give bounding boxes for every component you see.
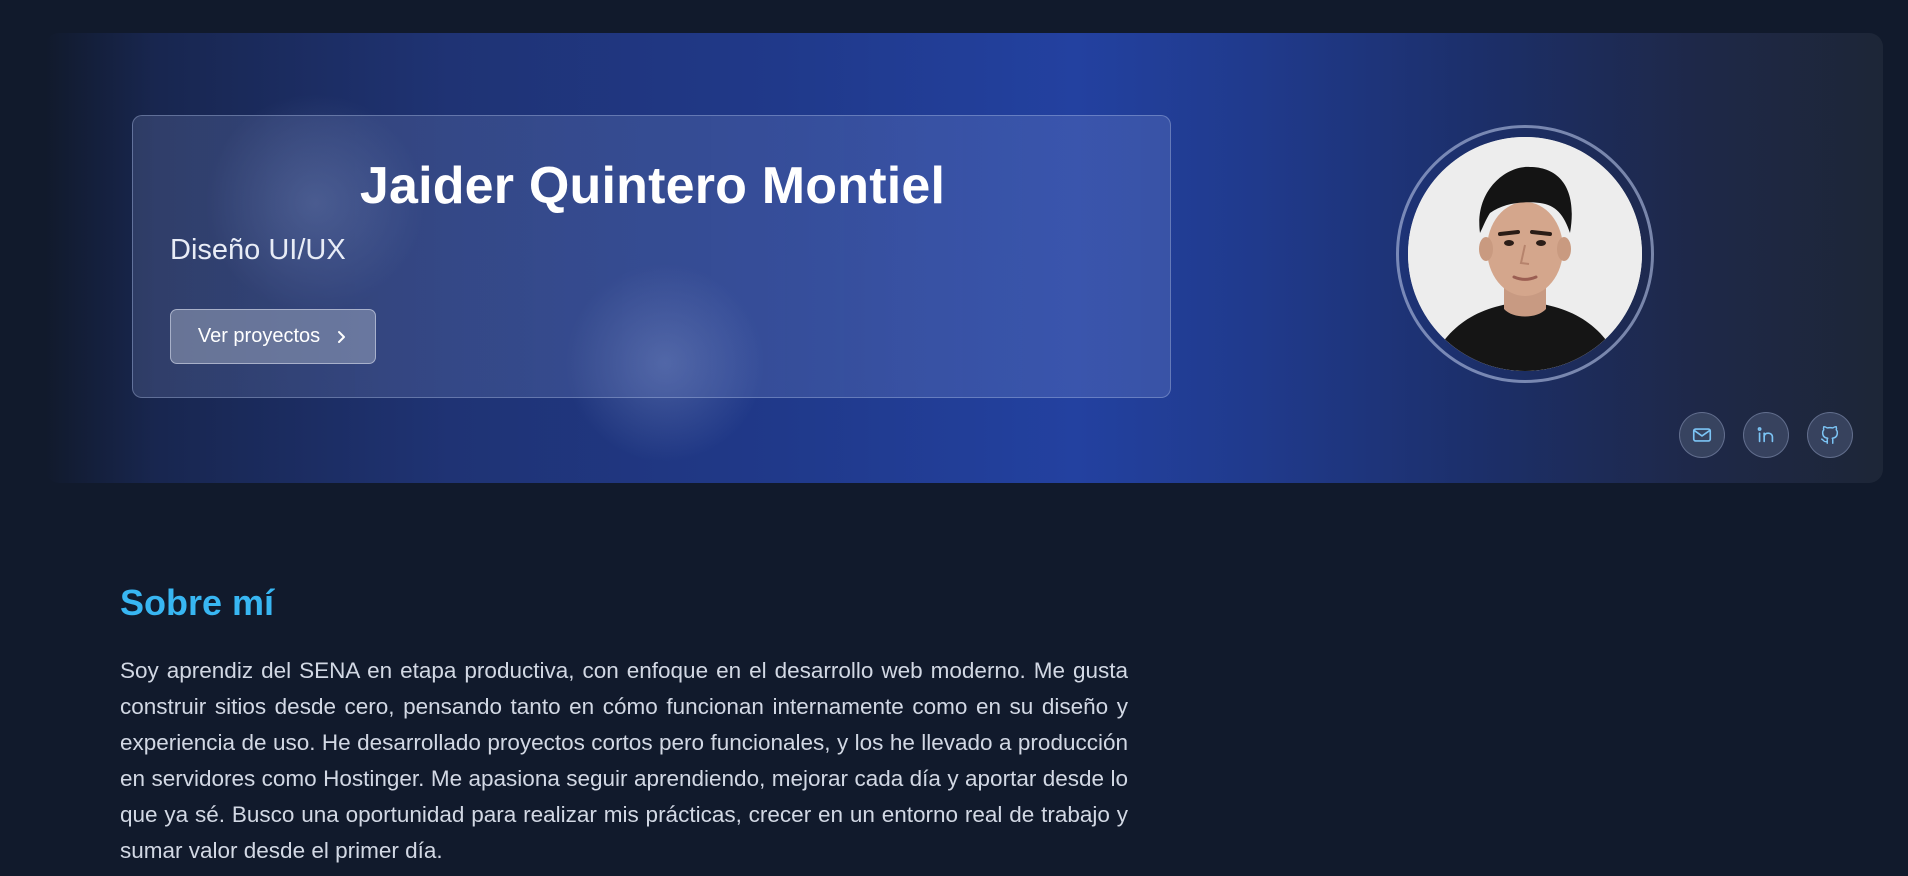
view-projects-button[interactable]: Ver proyectos	[170, 309, 376, 364]
avatar	[1396, 125, 1654, 383]
social-links	[1679, 412, 1853, 458]
person-portrait-icon	[1408, 137, 1642, 371]
job-role: Diseño UI/UX	[170, 234, 346, 266]
about-heading: Sobre mí	[120, 582, 275, 623]
linkedin-icon	[1757, 427, 1774, 443]
github-link[interactable]	[1807, 412, 1853, 458]
view-projects-label: Ver proyectos	[197, 325, 321, 347]
hero-banner: Jaider Quintero Montiel Diseño UI/UX Ver…	[45, 33, 1883, 483]
page-title: Jaider Quintero Montiel	[359, 157, 946, 215]
chevron-right-icon	[338, 330, 346, 343]
linkedin-link[interactable]	[1743, 412, 1789, 458]
email-link[interactable]	[1679, 412, 1725, 458]
profile-photo	[1408, 137, 1642, 371]
hero-card: Jaider Quintero Montiel Diseño UI/UX Ver…	[132, 115, 1171, 398]
mail-icon	[1692, 428, 1712, 442]
about-paragraph: Soy aprendiz del SENA en etapa productiv…	[120, 658, 1128, 863]
github-icon	[1821, 425, 1839, 444]
